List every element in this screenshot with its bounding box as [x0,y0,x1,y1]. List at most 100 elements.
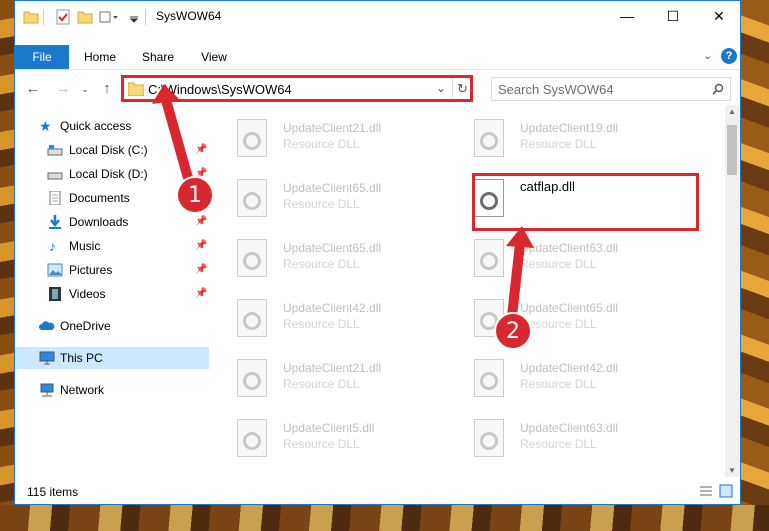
sidebar-item-videos[interactable]: Videos 📌 [15,283,209,305]
ribbon-tabs: File Home Share View ⌄ ? [15,45,740,70]
dll-file-icon [474,119,504,157]
sidebar-item-label: This PC [60,351,103,365]
step-1-badge: 1 [176,176,214,214]
sidebar-item-label: Network [60,383,105,397]
address-row: ← → ⌄ ↑ C:\Windows\SysWOW64 ⌄ ↻ Search S… [15,75,740,103]
file-name: UpdateClient5.dll [283,421,375,435]
search-placeholder[interactable]: Search SysWOW64 [498,82,614,97]
download-icon [49,215,61,229]
pin-icon[interactable]: 📌 [195,235,207,257]
large-icons-view-icon[interactable] [719,484,733,498]
file-name: UpdateClient21.dll [283,361,382,375]
file-item[interactable]: UpdateClient5.dll Resource DLL [223,413,453,463]
new-folder-icon[interactable] [77,9,93,25]
sidebar-item-quick-access[interactable]: ★ Quick access [15,115,209,137]
file-description: Resource DLL [283,377,360,391]
sidebar-item-label: Local Disk (D:) [69,167,148,181]
file-item[interactable]: UpdateClient42.dll Resource DLL [223,293,453,343]
scroll-up-icon[interactable]: ▲ [728,107,736,116]
expand-ribbon-icon[interactable]: ⌄ [703,49,712,62]
drive-icon [47,145,63,156]
file-item[interactable]: UpdateClient65.dll Resource DLL [223,233,453,283]
pin-icon[interactable]: 📌 [195,139,207,161]
maximize-button[interactable]: ☐ [650,1,696,31]
file-description: Resource DLL [283,317,360,331]
step-2-badge: 2 [494,312,532,350]
dll-file-icon [237,239,267,277]
search-icon[interactable] [712,83,724,95]
dll-file-icon [474,359,504,397]
status-bar: 115 items [15,479,740,503]
help-icon[interactable]: ? [721,48,737,64]
search-field[interactable]: Search SysWOW64 [491,77,731,101]
file-item[interactable]: UpdateClient42.dll Resource DLL [460,353,690,403]
file-name: UpdateClient65.dll [283,181,382,195]
close-button[interactable]: ✕ [696,1,742,31]
file-description: Resource DLL [283,437,360,451]
minimize-button[interactable]: — [604,1,650,31]
scroll-down-icon[interactable]: ▼ [728,466,736,475]
desktop-background-right [741,0,769,531]
title-bar[interactable]: SysWOW64 — ☐ ✕ [15,1,740,31]
desktop-background-left [0,0,14,531]
sidebar-item-this-pc[interactable]: This PC [15,347,209,369]
sidebar-item-network[interactable]: Network [15,379,209,401]
dll-file-icon [237,419,267,457]
file-name: UpdateClient42.dll [520,361,619,375]
pin-icon[interactable]: 📌 [195,211,207,233]
file-item[interactable]: UpdateClient21.dll Resource DLL [223,113,453,163]
file-description: Resource DLL [520,437,597,451]
dropdown-arrow-icon[interactable] [129,9,139,25]
dll-file-icon [237,359,267,397]
file-description: Resource DLL [520,257,597,271]
file-item[interactable]: UpdateClient21.dll Resource DLL [223,353,453,403]
file-name: UpdateClient42.dll [283,301,382,315]
tab-view[interactable]: View [193,45,235,69]
pin-icon[interactable]: 📌 [195,259,207,281]
picture-icon [47,263,63,277]
dll-file-icon [474,239,504,277]
desktop-background-bottom [0,505,769,531]
computer-icon [39,351,55,365]
recent-locations-icon[interactable]: ⌄ [75,79,95,99]
properties-icon[interactable] [55,9,71,25]
sidebar-item-music[interactable]: ♪ Music 📌 [15,235,209,257]
sidebar-item-label: Videos [69,287,106,301]
details-view-icon[interactable] [699,485,713,497]
item-count: 115 items [27,485,79,499]
sidebar-item-onedrive[interactable]: OneDrive [15,315,209,337]
file-description: Resource DLL [283,257,360,271]
file-name: UpdateClient63.dll [520,241,619,255]
file-item[interactable]: UpdateClient65.dll Resource DLL [223,173,453,223]
sidebar-item-label: Local Disk (C:) [69,143,148,157]
explorer-window: SysWOW64 — ☐ ✕ File Home Share View ⌄ ? … [14,0,741,505]
drive-icon [47,172,63,180]
back-arrow-icon[interactable]: ← [23,79,43,99]
separator [145,9,146,25]
cloud-icon [39,321,55,330]
dll-file-icon [237,119,267,157]
file-item[interactable]: UpdateClient63.dll Resource DLL [460,413,690,463]
file-item[interactable]: UpdateClient19.dll Resource DLL [460,113,690,163]
forward-arrow-icon[interactable]: → [53,79,73,99]
vertical-scrollbar[interactable]: ▲ ▼ [725,105,739,477]
star-icon: ★ [39,118,52,134]
sidebar-item-downloads[interactable]: Downloads 📌 [15,211,209,233]
dll-file-icon [237,179,267,217]
music-icon: ♪ [49,238,56,254]
sidebar-item-label: Quick access [60,119,132,133]
tab-file[interactable]: File [15,45,69,69]
file-name: UpdateClient63.dll [520,421,619,435]
dll-file-icon [474,419,504,457]
file-name: UpdateClient65.dll [520,301,619,315]
sidebar-item-pictures[interactable]: Pictures 📌 [15,259,209,281]
pin-icon[interactable]: 📌 [195,283,207,305]
customize-toolbar-icon[interactable] [99,9,119,25]
up-arrow-icon[interactable]: ↑ [97,79,117,99]
file-item[interactable]: UpdateClient63.dll Resource DLL [460,233,690,283]
tab-home[interactable]: Home [79,45,121,69]
sidebar-item-local-disk-c[interactable]: Local Disk (C:) 📌 [15,139,209,161]
window-title: SysWOW64 [156,9,222,23]
scrollbar-thumb[interactable] [727,125,737,175]
tab-share[interactable]: Share [137,45,179,69]
